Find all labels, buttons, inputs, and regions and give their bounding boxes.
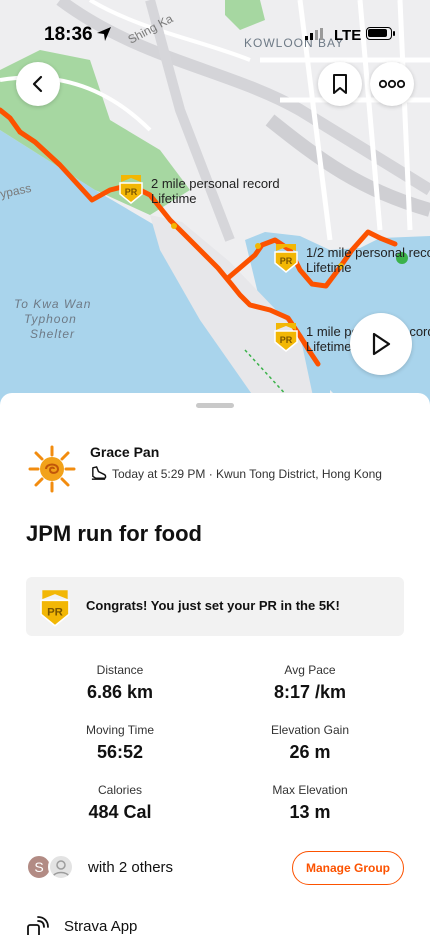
pr-banner[interactable]: PR Congrats! You just set your PR in the…: [26, 577, 404, 636]
group-summary[interactable]: with 2 others: [88, 859, 173, 876]
pr-marker-title: 1/2 mile personal record: [306, 245, 430, 260]
stat-value: 13 m: [289, 802, 331, 822]
map-place-label: Typhoon: [24, 312, 77, 326]
pr-badge-icon[interactable]: PR: [118, 174, 144, 204]
signal-icon: [305, 28, 323, 40]
route-map[interactable]: KOWLOON BAY To Kwa Wan Typhoon Shelter S…: [0, 0, 430, 420]
stat-label: Moving Time: [85, 723, 155, 737]
athlete-name[interactable]: Grace Pan: [90, 444, 159, 460]
stat-label: Distance: [96, 663, 144, 677]
bookmark-icon: [333, 74, 347, 94]
stat-value: 26 m: [289, 742, 331, 762]
pr-marker-title: 2 mile personal record: [151, 176, 280, 191]
group-row: S with 2 others Manage Group: [26, 850, 404, 886]
bookmark-button[interactable]: [318, 62, 362, 106]
stat-label: Avg Pace: [284, 663, 336, 677]
stat-value: 8:17 /km: [273, 682, 347, 702]
stat-max-elevation: Max Elevation 13 m: [210, 783, 410, 823]
pr-marker-label: 1/2 mile personal record Lifetime: [306, 245, 430, 275]
pr-badge-icon[interactable]: PR: [273, 322, 299, 352]
battery-icon: [366, 27, 395, 40]
athlete-avatar[interactable]: [26, 443, 78, 495]
device-name: Strava App: [64, 917, 138, 935]
stat-calories: Calories 484 Cal: [20, 783, 220, 823]
status-bar: 18:36 LTE: [0, 0, 430, 52]
sheet-drag-handle[interactable]: [196, 403, 234, 408]
pr-badge-text: PR: [280, 256, 293, 266]
more-dots-icon: [379, 79, 405, 89]
pr-badge-text: PR: [125, 187, 138, 197]
shoe-icon: [91, 466, 107, 480]
stat-label: Elevation Gain: [270, 723, 350, 737]
map-place-label: To Kwa Wan: [14, 297, 92, 311]
stat-label: Max Elevation: [272, 783, 348, 797]
stat-elevation-gain: Elevation Gain 26 m: [210, 723, 410, 763]
map-place-label: Shelter: [30, 327, 76, 341]
stat-moving-time: Moving Time 56:52: [20, 723, 220, 763]
person-placeholder-icon: [52, 860, 70, 878]
pr-badge-text: PR: [280, 335, 293, 345]
play-icon: [372, 332, 391, 356]
activity-date-location: Today at 5:29 PM · Kwun Tong District, H…: [112, 466, 382, 481]
stat-avg-pace: Avg Pace 8:17 /km: [210, 663, 410, 703]
activity-sheet: Grace Pan Today at 5:29 PM · Kwun Tong D…: [0, 393, 430, 935]
network-label: LTE: [334, 27, 362, 44]
pr-badge-icon[interactable]: PR: [273, 243, 299, 273]
chevron-left-icon: [32, 75, 43, 93]
stat-value: 484 Cal: [88, 802, 152, 822]
stat-distance: Distance 6.86 km: [20, 663, 220, 703]
play-flyover-button[interactable]: [350, 313, 412, 375]
location-arrow-icon: [97, 27, 111, 41]
pr-marker-subtitle: Lifetime: [151, 191, 197, 206]
device-row: Strava App: [26, 913, 137, 935]
stat-label: Calories: [97, 783, 142, 797]
stat-value: 56:52: [96, 742, 144, 762]
pr-marker-subtitle: Lifetime: [306, 260, 352, 275]
activity-meta: Today at 5:29 PM · Kwun Tong District, H…: [90, 465, 382, 482]
stat-value: 6.86 km: [86, 682, 154, 702]
pr-badge-text: PR: [47, 607, 63, 619]
activity-title: JPM run for food: [26, 521, 202, 546]
more-options-button[interactable]: [370, 62, 414, 106]
phone-wireless-icon: [27, 916, 49, 935]
group-member-avatar[interactable]: [48, 854, 74, 880]
status-time: 18:36: [44, 24, 93, 45]
manage-group-button[interactable]: Manage Group: [292, 851, 404, 885]
pr-marker-label: 2 mile personal record Lifetime: [151, 176, 280, 206]
pr-banner-text: Congrats! You just set your PR in the 5K…: [86, 598, 340, 613]
pr-badge-icon: PR: [40, 590, 70, 627]
back-button[interactable]: [16, 62, 60, 106]
